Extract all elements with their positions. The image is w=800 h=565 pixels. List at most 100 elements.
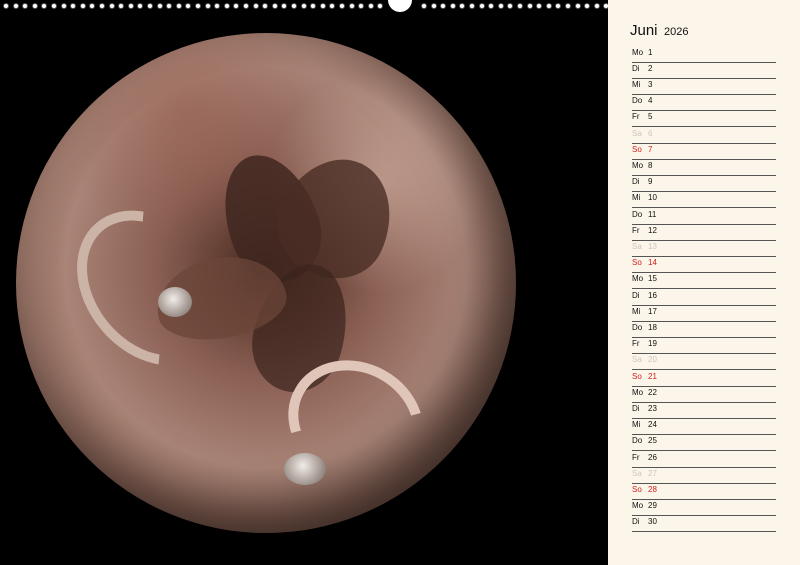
day-number: 24: [648, 420, 657, 430]
binding-ring: [243, 3, 249, 9]
day-name: Mi: [632, 306, 641, 316]
day-row: Di 2: [632, 62, 776, 79]
day-row: Mo 29: [632, 499, 776, 517]
day-name: Mo: [632, 160, 644, 170]
day-number: 20: [648, 355, 657, 365]
binding-ring: [127, 3, 134, 9]
binding-ring: [291, 3, 297, 9]
day-number: 25: [648, 436, 657, 446]
day-row: Do 4: [632, 94, 776, 112]
day-number: 21: [648, 371, 657, 381]
day-number: 29: [648, 501, 657, 511]
day-name: Do: [632, 209, 643, 219]
day-name: Do: [632, 322, 643, 332]
day-number: 19: [648, 339, 657, 349]
day-name: Sa: [632, 355, 642, 365]
binding-ring: [430, 3, 437, 9]
binding-ring: [262, 3, 269, 9]
day-number: 17: [648, 306, 657, 316]
month-year: 2026: [663, 26, 689, 38]
binding-ring: [156, 3, 163, 9]
binding-ring: [281, 3, 288, 9]
day-name: Do: [632, 436, 643, 446]
day-row: Sa 6: [632, 127, 776, 144]
binding-ring: [440, 3, 447, 9]
day-number: 15: [648, 274, 657, 284]
day-row: Mi 10: [632, 191, 776, 209]
day-row: Mi 24: [632, 418, 776, 436]
binding-ring: [223, 3, 230, 9]
day-number: 4: [648, 96, 653, 106]
binding-ring: [339, 3, 345, 9]
binding-ring: [593, 3, 600, 9]
day-row: Mo 22: [632, 386, 776, 403]
day-number: 30: [648, 517, 657, 527]
binding-ring: [195, 3, 201, 9]
day-row: Fr 19: [632, 337, 776, 355]
day-number: 11: [648, 209, 657, 219]
binding-ring: [584, 3, 591, 9]
day-number: 22: [648, 387, 657, 397]
binding-ring: [22, 3, 29, 9]
day-name: Sa: [632, 128, 642, 138]
day-row: So 7: [632, 143, 776, 160]
binding-ring: [310, 3, 317, 9]
day-row: Mi 3: [632, 78, 776, 96]
day-name: So: [632, 484, 642, 494]
binding-ring: [329, 3, 336, 9]
binding-ring: [517, 3, 523, 9]
binding-ring: [70, 3, 77, 9]
binding-ring: [449, 3, 456, 9]
binding-ring: [108, 3, 115, 9]
binding-ring: [478, 3, 485, 9]
binding-ring: [497, 3, 504, 9]
binding-ring: [545, 3, 552, 9]
day-row: Do 11: [632, 208, 776, 225]
day-name: Sa: [632, 241, 642, 251]
binding-ring: [319, 3, 326, 9]
day-number: 18: [648, 322, 657, 332]
day-row: Di 9: [632, 175, 776, 193]
calendar-photo: [0, 0, 608, 565]
day-number: 13: [648, 241, 657, 251]
sphere-image: [16, 33, 516, 533]
day-row: Fr 12: [632, 224, 776, 241]
day-name: Mo: [632, 501, 644, 511]
day-row: So 14: [632, 256, 776, 274]
day-number: 12: [648, 225, 657, 235]
day-row: Sa 27: [632, 467, 776, 484]
binding-ring: [166, 3, 173, 9]
binding-ring: [271, 3, 278, 9]
binding-ring: [555, 3, 562, 9]
day-row: Mo 15: [632, 272, 776, 290]
hanger-hole: [388, 0, 412, 12]
day-row: Mi 17: [632, 305, 776, 322]
day-name: Mo: [632, 387, 644, 397]
day-name: Fr: [632, 112, 640, 122]
day-name: Fr: [632, 452, 640, 462]
day-name: Di: [632, 290, 640, 300]
binding-ring: [358, 3, 365, 9]
binding-ring: [118, 3, 125, 9]
sphere-cap: [284, 453, 326, 485]
binding-ring: [89, 3, 96, 9]
binding-ring: [137, 3, 144, 9]
day-number: 14: [648, 258, 657, 268]
binding-ring: [3, 3, 9, 9]
day-name: Di: [632, 517, 640, 527]
day-name: Di: [632, 63, 640, 73]
binding-ring: [51, 3, 57, 9]
binding-ring: [565, 3, 571, 9]
day-row: Fr 5: [632, 110, 776, 128]
binding-ring: [175, 3, 182, 9]
day-number: 23: [648, 403, 657, 413]
binding-ring: [377, 3, 384, 9]
day-name: Mi: [632, 420, 641, 430]
day-number: 16: [648, 290, 657, 300]
day-row: Mo 8: [632, 159, 776, 177]
binding-ring: [459, 3, 466, 9]
day-number: 1: [648, 47, 653, 57]
sphere-cap: [158, 287, 192, 317]
binding-ring: [41, 3, 48, 9]
month-name: Juni: [630, 22, 658, 39]
